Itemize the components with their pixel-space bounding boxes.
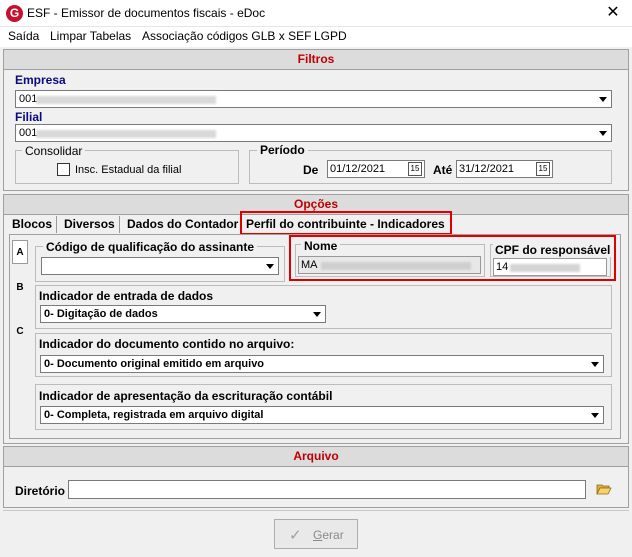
documento-select[interactable]: 0- Documento original emitido em arquivo xyxy=(40,355,604,373)
gerar-button[interactable]: ✓ Gerar xyxy=(274,519,358,549)
entrada-value: 0- Digitação de dados xyxy=(44,308,158,320)
cpf-redacted xyxy=(510,264,580,272)
arquivo-header: Arquivo xyxy=(4,447,628,467)
filtros-header: Filtros xyxy=(4,50,628,70)
menu-lgpd[interactable]: LGPD xyxy=(314,29,347,43)
close-icon[interactable]: ✕ xyxy=(598,2,628,24)
entrada-select[interactable]: 0- Digitação de dados xyxy=(40,305,326,323)
menu-saida[interactable]: Saída xyxy=(8,29,39,43)
filial-value: 001 xyxy=(19,127,38,139)
insc-estadual-checkbox[interactable] xyxy=(57,163,70,176)
nome-input[interactable]: MA xyxy=(298,256,481,274)
apresentacao-select[interactable]: 0- Completa, registrada em arquivo digit… xyxy=(40,406,604,424)
codigo-select[interactable] xyxy=(41,257,279,275)
filial-select[interactable]: 001 xyxy=(15,124,612,142)
window-title: ESF - Emissor de documentos fiscais - eD… xyxy=(27,6,266,20)
gerar-label: Gerar xyxy=(313,528,344,542)
periodo-label: Período xyxy=(257,143,308,157)
data-fim-input[interactable]: 31/12/2021 15 xyxy=(456,160,553,178)
chevron-down-icon[interactable] xyxy=(596,126,610,140)
tab-perfil-contribuinte[interactable]: Perfil do contribuinte - Indicadores xyxy=(246,215,445,234)
diretorio-label: Diretório xyxy=(15,484,66,498)
menu-associacao-codigos[interactable]: Associação códigos GLB x SEF xyxy=(142,29,311,43)
diretorio-input[interactable] xyxy=(68,480,586,499)
cpf-label: CPF do responsável xyxy=(493,243,613,257)
nome-redacted xyxy=(321,262,471,270)
data-fim-value: 31/12/2021 xyxy=(459,163,515,175)
tab-divider xyxy=(119,216,120,233)
data-inicio-input[interactable]: 01/12/2021 15 xyxy=(327,160,425,178)
ate-label: Até xyxy=(433,163,453,177)
side-tab-c[interactable]: C xyxy=(12,326,28,337)
tab-dados-contador[interactable]: Dados do Contador xyxy=(127,215,238,234)
chevron-down-icon[interactable] xyxy=(588,408,602,422)
tab-divider xyxy=(56,216,57,233)
menu-limpar-tabelas[interactable]: Limpar Tabelas xyxy=(50,29,131,43)
side-tab-b[interactable]: B xyxy=(12,282,28,293)
documento-label: Indicador do documento contido no arquiv… xyxy=(39,337,295,351)
documento-value: 0- Documento original emitido em arquivo xyxy=(44,358,265,370)
side-tab-a[interactable]: A xyxy=(12,240,28,264)
filial-label: Filial xyxy=(15,110,43,124)
empresa-label: Empresa xyxy=(15,73,66,87)
tab-diversos[interactable]: Diversos xyxy=(64,215,115,234)
nome-label: Nome xyxy=(301,239,341,253)
empresa-select[interactable]: 001 xyxy=(15,90,612,108)
cpf-input[interactable]: 14 xyxy=(493,258,607,276)
chevron-down-icon[interactable] xyxy=(588,357,602,371)
entrada-label: Indicador de entrada de dados xyxy=(39,289,214,303)
check-icon: ✓ xyxy=(289,527,302,544)
app-logo-icon: G xyxy=(6,5,23,22)
chevron-down-icon[interactable] xyxy=(596,92,610,106)
apresentacao-label: Indicador de apresentação da escrituraçã… xyxy=(39,389,333,403)
consolidar-label: Consolidar xyxy=(22,144,86,158)
codigo-label: Código de qualificação do assinante xyxy=(43,240,258,254)
data-inicio-value: 01/12/2021 xyxy=(330,163,386,175)
cpf-value: 14 xyxy=(496,261,509,273)
folder-open-icon[interactable] xyxy=(596,482,612,496)
filial-redacted xyxy=(36,130,216,138)
tab-blocos[interactable]: Blocos xyxy=(12,215,52,234)
apresentacao-value: 0- Completa, registrada em arquivo digit… xyxy=(44,409,264,421)
empresa-value: 001 xyxy=(19,93,38,105)
chevron-down-icon[interactable] xyxy=(263,259,277,273)
insc-estadual-label: Insc. Estadual da filial xyxy=(75,164,182,176)
de-label: De xyxy=(303,163,319,177)
calendar-icon[interactable]: 15 xyxy=(408,162,422,176)
empresa-redacted xyxy=(36,96,216,104)
calendar-icon[interactable]: 15 xyxy=(536,162,550,176)
nome-value: MA xyxy=(301,259,318,271)
chevron-down-icon[interactable] xyxy=(310,307,324,321)
